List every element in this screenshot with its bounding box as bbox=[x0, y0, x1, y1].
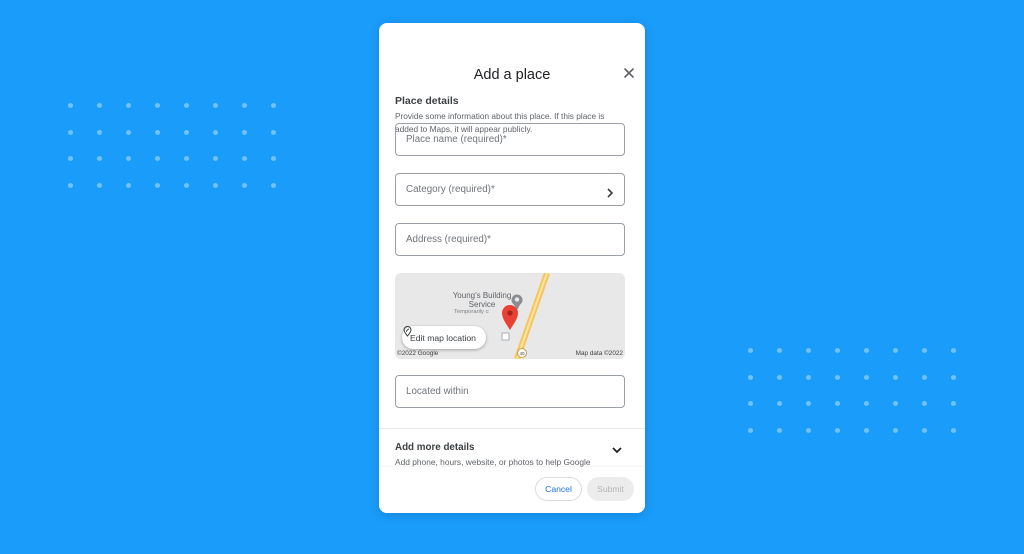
decorative-dot bbox=[922, 348, 927, 353]
decorative-dot bbox=[242, 182, 247, 188]
decorative-dot bbox=[155, 129, 160, 135]
dialog-title: Add a place bbox=[473, 67, 551, 83]
decorative-dot bbox=[184, 182, 189, 188]
add-more-details-heading[interactable]: Add more details bbox=[395, 442, 474, 453]
map-data-attribution: Map data ©2022 bbox=[575, 350, 623, 357]
decorative-dot bbox=[893, 401, 898, 406]
decorative-dot bbox=[271, 129, 276, 135]
cancel-button[interactable]: Cancel bbox=[535, 477, 582, 501]
decorative-dot bbox=[213, 103, 218, 108]
decorative-dot bbox=[68, 103, 73, 108]
decorative-dot bbox=[748, 401, 753, 406]
decorative-dot bbox=[951, 401, 956, 406]
decorative-dot bbox=[213, 182, 218, 188]
section-divider bbox=[379, 428, 645, 429]
place-details-heading: Place details bbox=[395, 95, 459, 107]
edit-map-location-label: Edit map location bbox=[410, 332, 476, 343]
map-poi-name: Young's Building Service bbox=[452, 291, 512, 309]
decorative-dot bbox=[97, 129, 102, 135]
decorative-dot bbox=[777, 348, 782, 353]
close-icon[interactable] bbox=[622, 66, 636, 80]
map-pin-edit-icon bbox=[403, 326, 412, 337]
decorative-dot bbox=[155, 156, 160, 161]
category-placeholder: Category (required)* bbox=[406, 184, 495, 195]
decorative-dot bbox=[777, 401, 782, 406]
decorative-dot bbox=[864, 348, 869, 353]
decorative-dot bbox=[864, 401, 869, 406]
decorative-dot bbox=[271, 156, 276, 161]
decorative-dot bbox=[893, 374, 898, 380]
decorative-dot-grid-left bbox=[68, 103, 300, 209]
decorative-dot bbox=[922, 374, 927, 380]
chevron-down-icon[interactable] bbox=[611, 442, 623, 460]
decorative-dot bbox=[864, 374, 869, 380]
submit-button[interactable]: Submit bbox=[587, 477, 634, 501]
map-copyright: ©2022 Google bbox=[397, 350, 439, 357]
place-name-placeholder: Place name (required)* bbox=[406, 134, 507, 145]
decorative-dot bbox=[68, 156, 73, 161]
decorative-dot bbox=[835, 374, 840, 380]
address-input[interactable]: Address (required)* bbox=[395, 223, 625, 256]
decorative-dot-grid-right bbox=[748, 348, 980, 454]
decorative-dot bbox=[184, 103, 189, 108]
decorative-dot bbox=[864, 427, 869, 433]
located-within-input[interactable]: Located within bbox=[395, 375, 625, 408]
decorative-dot bbox=[951, 374, 956, 380]
edit-map-location-button[interactable]: Edit map location bbox=[402, 326, 486, 349]
decorative-dot bbox=[893, 427, 898, 433]
chevron-right-icon bbox=[606, 185, 614, 203]
decorative-dot bbox=[777, 374, 782, 380]
decorative-dot bbox=[835, 427, 840, 433]
decorative-dot bbox=[184, 129, 189, 135]
decorative-dot bbox=[748, 374, 753, 380]
place-name-input[interactable]: Place name (required)* bbox=[395, 123, 625, 156]
decorative-dot bbox=[951, 427, 956, 433]
dialog-footer: Cancel Submit bbox=[379, 467, 645, 513]
decorative-dot bbox=[242, 103, 247, 108]
located-within-placeholder: Located within bbox=[406, 386, 469, 397]
add-place-dialog: Add a place Place details Provide some i… bbox=[379, 23, 645, 513]
decorative-dot bbox=[806, 348, 811, 353]
decorative-dot bbox=[242, 156, 247, 161]
decorative-dot bbox=[748, 348, 753, 353]
decorative-dot bbox=[835, 348, 840, 353]
decorative-dot bbox=[893, 348, 898, 353]
decorative-dot bbox=[126, 182, 131, 188]
decorative-dot bbox=[68, 129, 73, 135]
map-preview[interactable]: 40 Young's Building Service Temporarily … bbox=[395, 273, 625, 359]
decorative-dot bbox=[777, 427, 782, 433]
decorative-dot bbox=[126, 103, 131, 108]
decorative-dot bbox=[68, 182, 73, 188]
decorative-dot bbox=[97, 182, 102, 188]
decorative-dot bbox=[806, 427, 811, 433]
decorative-dot bbox=[806, 374, 811, 380]
decorative-dot bbox=[835, 401, 840, 406]
decorative-dot bbox=[184, 156, 189, 161]
decorative-dot bbox=[97, 156, 102, 161]
decorative-dot bbox=[922, 401, 927, 406]
decorative-dot bbox=[922, 427, 927, 433]
decorative-dot bbox=[213, 156, 218, 161]
decorative-dot bbox=[97, 103, 102, 108]
add-more-details-description: Add phone, hours, website, or photos to … bbox=[395, 457, 591, 467]
decorative-dot bbox=[126, 129, 131, 135]
decorative-dot bbox=[155, 182, 160, 188]
decorative-dot bbox=[126, 156, 131, 161]
decorative-dot bbox=[155, 103, 160, 108]
decorative-dot bbox=[748, 427, 753, 433]
decorative-dot bbox=[951, 348, 956, 353]
decorative-dot bbox=[271, 182, 276, 188]
road-shield-label: 40 bbox=[519, 351, 525, 356]
decorative-dot bbox=[271, 103, 276, 108]
decorative-dot bbox=[213, 129, 218, 135]
category-select[interactable]: Category (required)* bbox=[395, 173, 625, 206]
map-poi-status: Temporarily closed bbox=[454, 309, 489, 315]
decorative-dot bbox=[806, 401, 811, 406]
address-placeholder: Address (required)* bbox=[406, 234, 491, 245]
decorative-dot bbox=[242, 129, 247, 135]
